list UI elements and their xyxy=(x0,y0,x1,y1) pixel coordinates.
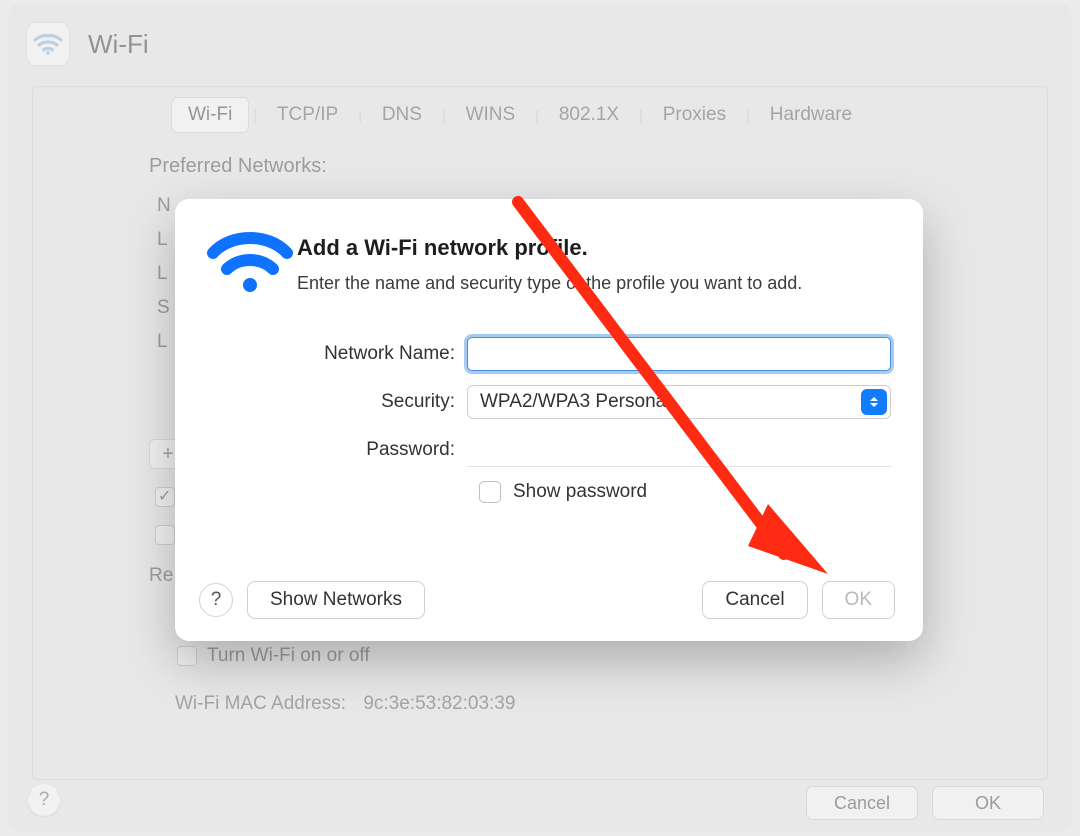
dialog-ok-button[interactable]: OK xyxy=(822,581,895,619)
select-caret-icon xyxy=(861,389,887,415)
security-select[interactable]: WPA2/WPA3 Personal xyxy=(467,385,891,419)
network-name-label: Network Name: xyxy=(207,343,467,365)
show-password-row[interactable]: Show password xyxy=(479,481,891,503)
dialog-form: Network Name: Security: WPA2/WPA3 Person… xyxy=(207,337,891,503)
network-name-input[interactable] xyxy=(467,337,891,371)
show-networks-button[interactable]: Show Networks xyxy=(247,581,425,619)
dialog-subtitle: Enter the name and security type of the … xyxy=(297,271,802,296)
dialog-title: Add a Wi-Fi network profile. xyxy=(297,235,802,261)
password-input[interactable] xyxy=(467,433,891,467)
security-label: Security: xyxy=(207,391,467,413)
dialog-help-button[interactable]: ? xyxy=(199,583,233,617)
dialog-cancel-button[interactable]: Cancel xyxy=(702,581,807,619)
wifi-preferences-window: Wi-Fi Wi-Fi | TCP/IP | DNS | WINS | 802.… xyxy=(8,4,1072,832)
password-label: Password: xyxy=(207,439,467,461)
add-wifi-dialog: Add a Wi-Fi network profile. Enter the n… xyxy=(175,199,923,641)
show-password-label: Show password xyxy=(513,481,647,503)
show-password-checkbox[interactable] xyxy=(479,481,501,503)
security-value: WPA2/WPA3 Personal xyxy=(480,391,670,413)
wifi-icon xyxy=(207,229,293,299)
